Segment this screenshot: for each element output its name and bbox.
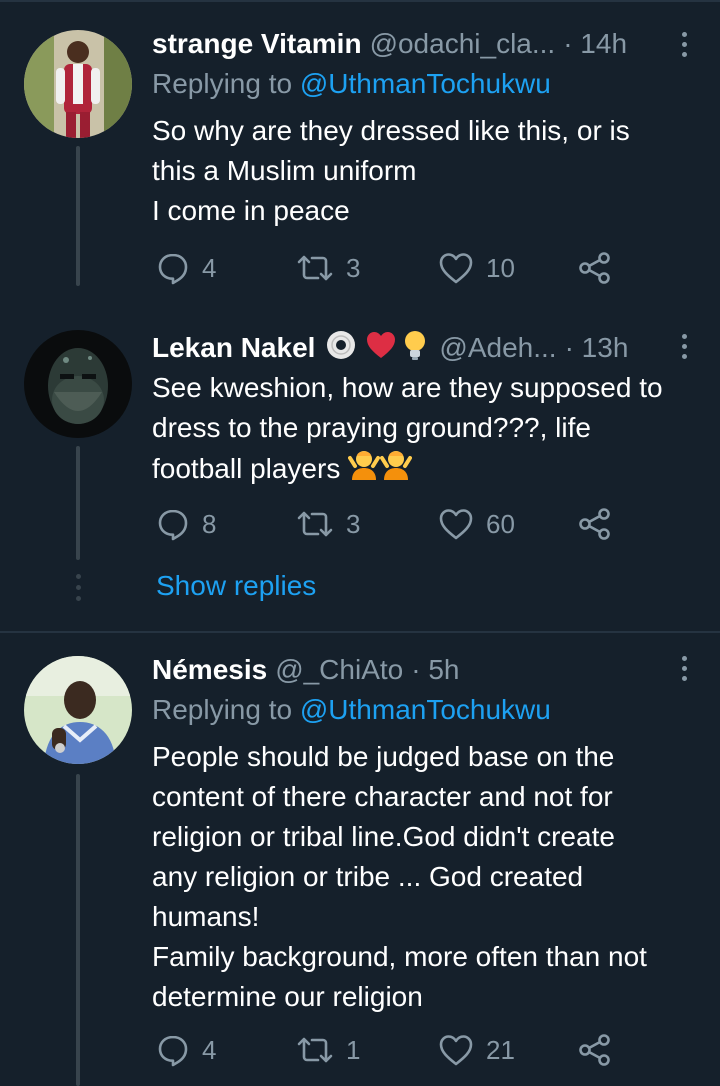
tweet-text: See kweshion, how are they supposed to d…: [152, 368, 700, 493]
display-name[interactable]: Némesis: [152, 654, 267, 686]
heart-icon: [439, 509, 473, 540]
display-name[interactable]: strange Vitamin: [152, 28, 362, 60]
reply-count: 8: [202, 508, 217, 539]
more-options-icon[interactable]: [674, 326, 694, 366]
avatar[interactable]: [24, 656, 132, 764]
tweet-header: strange Vitamin @odachi_cla... · 14h: [152, 24, 690, 64]
more-options-icon[interactable]: [674, 648, 694, 688]
tweet-text-line: Family background, more often than not: [152, 941, 647, 972]
retweet-button[interactable]: 3: [296, 504, 360, 544]
tweet-text-line: religion or tribal line.God didn't creat…: [152, 821, 615, 852]
thread-line: [76, 774, 80, 1086]
reply-icon: [158, 1035, 188, 1067]
tweet-text: People should be judged base on the cont…: [152, 737, 700, 1017]
mention-link[interactable]: @UthmanTochukwu: [300, 68, 551, 99]
tweet-text-line: dress to the praying ground???, life: [152, 412, 591, 443]
like-button[interactable]: 21: [438, 1030, 515, 1070]
tweet-text-line: determine our religion: [152, 981, 423, 1012]
like-count: 10: [486, 252, 515, 283]
lightbulb-emoji-icon: [401, 329, 429, 368]
tweet-text-line: this a Muslim uniform: [152, 155, 417, 186]
like-count: 60: [486, 508, 515, 539]
share-icon: [579, 1034, 610, 1066]
timestamp[interactable]: · 14h: [563, 28, 627, 60]
share-icon: [579, 508, 610, 540]
share-button[interactable]: [578, 1030, 612, 1070]
share-button[interactable]: [578, 248, 612, 288]
tweet-header: Némesis @_ChiAto · 5h: [152, 650, 690, 690]
tweet-text-line: any religion or tribe ... God created: [152, 861, 584, 892]
retweet-count: 3: [346, 508, 361, 539]
replying-to: Replying to @UthmanTochukwu: [152, 68, 551, 100]
tweet-text-line: See kweshion, how are they supposed to: [152, 372, 663, 403]
retweet-count: 1: [346, 1034, 361, 1065]
reply-icon: [158, 509, 188, 541]
display-name[interactable]: Lekan Nakel: [152, 332, 315, 364]
thread-line: [76, 446, 80, 560]
heart-icon: [439, 1035, 473, 1066]
user-handle[interactable]: @_ChiAto: [275, 654, 403, 686]
tweet-text-line: People should be judged base on the: [152, 741, 615, 772]
heart-emoji-icon: [365, 329, 397, 368]
tweet-text-segment: football players: [152, 452, 341, 484]
reply-count: 4: [202, 1034, 217, 1065]
tweet-text-line: content of there character and not for: [152, 781, 613, 812]
tweet-text-line: humans!: [152, 901, 260, 932]
tweet-feed: strange Vitamin @odachi_cla... · 14h Rep…: [0, 0, 720, 1086]
avatar[interactable]: [24, 30, 132, 138]
reply-icon: [158, 253, 188, 285]
tweet-text-line: I come in peace: [152, 195, 350, 226]
timestamp[interactable]: · 13h: [565, 332, 629, 364]
tweet-actions: 4 3 10: [152, 248, 632, 288]
tweet-text-line: So why are they dressed like this, or is: [152, 115, 630, 146]
like-count: 21: [486, 1034, 515, 1065]
reply-button[interactable]: 4: [156, 248, 216, 288]
mention-link[interactable]: @UthmanTochukwu: [300, 694, 551, 725]
more-options-icon[interactable]: [674, 24, 694, 64]
shrug-emoji-icon: [348, 448, 413, 493]
share-button[interactable]: [578, 504, 612, 544]
tweet-text-line: football players: [152, 448, 700, 493]
disc-emoji-icon: [325, 329, 357, 368]
reply-button[interactable]: 8: [156, 504, 216, 544]
top-divider: [0, 0, 720, 2]
avatar[interactable]: [24, 330, 132, 438]
section-divider: [0, 631, 720, 633]
user-handle[interactable]: @odachi_cla...: [370, 28, 556, 60]
show-replies-link[interactable]: Show replies: [156, 570, 316, 602]
thread-continuation-dots: [74, 574, 82, 601]
heart-icon: [439, 253, 473, 284]
tweet-actions: 8 3 60: [152, 504, 632, 544]
user-handle[interactable]: @Adeh...: [439, 332, 556, 364]
replying-prefix: Replying to: [152, 694, 300, 725]
retweet-count: 3: [346, 252, 361, 283]
reply-count: 4: [202, 252, 217, 283]
tweet-text: So why are they dressed like this, or is…: [152, 111, 700, 231]
retweet-icon: [297, 511, 333, 537]
like-button[interactable]: 10: [438, 248, 515, 288]
replying-to: Replying to @UthmanTochukwu: [152, 694, 551, 726]
retweet-button[interactable]: 3: [296, 248, 360, 288]
retweet-button[interactable]: 1: [296, 1030, 360, 1070]
retweet-icon: [297, 1037, 333, 1063]
reply-button[interactable]: 4: [156, 1030, 216, 1070]
share-icon: [579, 252, 610, 284]
like-button[interactable]: 60: [438, 504, 515, 544]
replying-prefix: Replying to: [152, 68, 300, 99]
thread-line: [76, 146, 80, 286]
timestamp[interactable]: · 5h: [411, 654, 459, 686]
tweet-header: Lekan Nakel @Adeh... · 13h: [152, 328, 690, 368]
tweet-actions: 4 1 21: [152, 1030, 632, 1070]
retweet-icon: [297, 255, 333, 281]
